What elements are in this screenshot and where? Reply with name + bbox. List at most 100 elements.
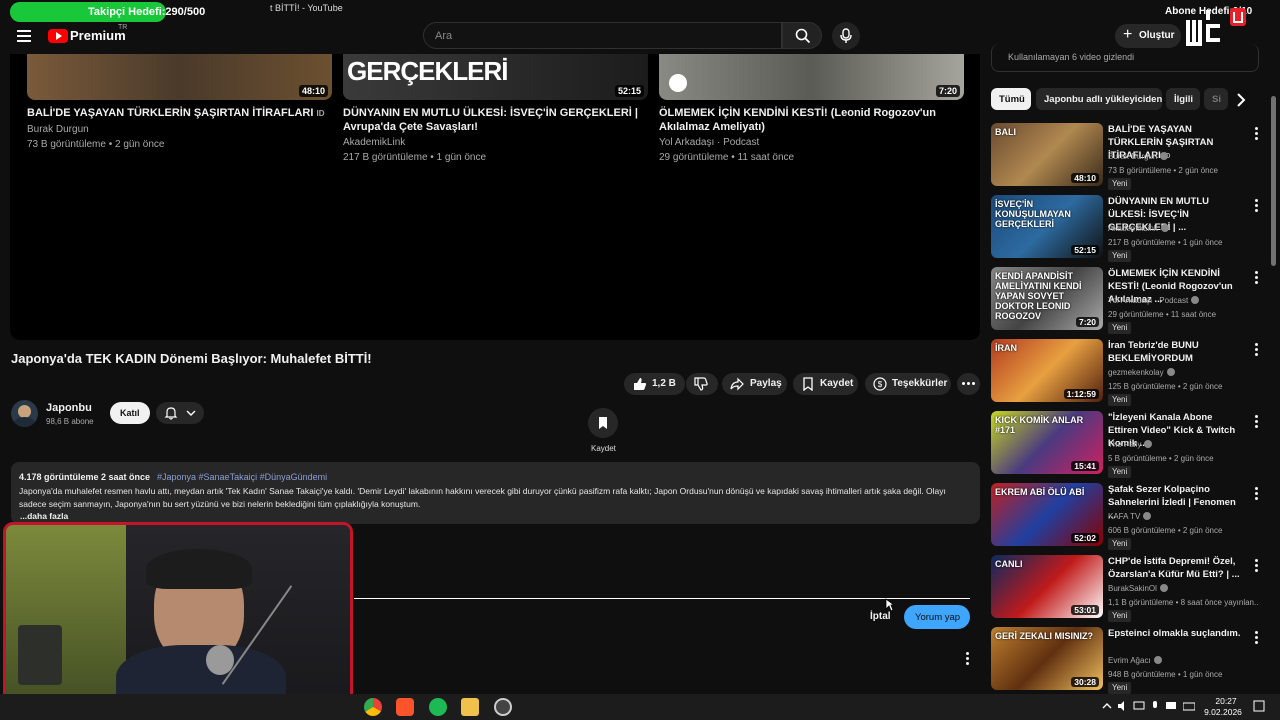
chevron-up-icon[interactable]: [1101, 700, 1113, 712]
channel-name-text[interactable]: gezmekenkolay: [1108, 368, 1164, 377]
channel-name: Yol Arkadaşı · Podcast: [1108, 296, 1200, 305]
recommended-video[interactable]: CANLI 53:01 CHP'de İstifa Depremi! Özel, Ö…: [991, 555, 1261, 622]
thanks-button[interactable]: $ Teşekkürler: [865, 373, 951, 395]
comment-options-button[interactable]: [964, 652, 970, 667]
recommended-video[interactable]: İRAN 1:12:59 İran Tebriz'de BUNU BEKLEMİYO…: [991, 339, 1261, 406]
comment-input[interactable]: [354, 598, 970, 599]
save-floating-button[interactable]: [588, 408, 618, 438]
microphone-tray-icon[interactable]: [1149, 700, 1161, 712]
video-title-text[interactable]: BALİ'DE YAŞAYAN TÜRKLERİN ŞAŞIRTAN İTİRA…: [27, 107, 313, 119]
description-text: Japonya'da muhalefet resmen havlu attı, …: [19, 486, 946, 509]
dislike-button[interactable]: [686, 373, 718, 395]
video-thumbnail[interactable]: GERİ ZEKALI MISINIZ? 30:28: [991, 627, 1103, 690]
cancel-button[interactable]: İptal: [870, 611, 891, 622]
thumbnail-text: KENDİ APANDİSİT AMELİYATINI KENDİ YAPAN …: [995, 271, 1082, 321]
description-box[interactable]: 4.178 görüntüleme 2 saat önce #Japonya #…: [11, 462, 980, 524]
avatar[interactable]: [11, 400, 38, 427]
video-thumbnail[interactable]: GERÇEKLERİ 52:15: [343, 54, 648, 100]
save-button[interactable]: Kaydet: [793, 373, 858, 395]
menu-icon[interactable]: [17, 30, 31, 42]
recommended-video[interactable]: KENDİ APANDİSİT AMELİYATINI KENDİ YAPAN …: [991, 267, 1261, 334]
duration-badge: 7:20: [1075, 317, 1099, 327]
video-title-text[interactable]: ÖLMEMEK İÇİN KENDİNİ KESTİ! (Leonid Rogo…: [659, 106, 964, 134]
clock-date[interactable]: 9.02.2026: [1200, 707, 1246, 717]
channel-name[interactable]: Burak Durgun: [27, 123, 332, 136]
channel-name[interactable]: Yol Arkadaşı · Podcast: [659, 136, 964, 149]
video-thumbnail[interactable]: BALI 48:10: [991, 123, 1103, 186]
share-button[interactable]: Paylaş: [722, 373, 787, 395]
new-badge: Yeni: [1108, 466, 1132, 478]
video-options-button[interactable]: [1253, 343, 1259, 358]
network-icon[interactable]: [1133, 700, 1145, 712]
obs-icon[interactable]: [494, 698, 512, 716]
channel-name-text[interactable]: The Pally: [1108, 440, 1141, 449]
recommended-video[interactable]: İSVEÇ'İN KONUŞULMAYAN GERÇEKLERİ 52:15 DÜN…: [991, 195, 1261, 262]
channel-name-text[interactable]: AkademikLink: [1108, 224, 1158, 233]
volume-icon[interactable]: [1117, 700, 1129, 712]
display-icon[interactable]: [1165, 700, 1177, 712]
follower-goal-label: Takipçi Hedefi:290/500: [88, 6, 206, 18]
verified-icon: [1166, 368, 1175, 376]
subscribe-dropdown-button[interactable]: [156, 402, 204, 424]
video-title-text[interactable]: Epsteinci olmakla suçlandım.: [1108, 628, 1241, 639]
video-options-button[interactable]: [1253, 487, 1259, 502]
chevron-right-icon[interactable]: [1235, 92, 1247, 108]
video-options-button[interactable]: [1253, 415, 1259, 430]
duration-badge: 52:15: [614, 85, 644, 97]
video-title-text[interactable]: İran Tebriz'de BUNU BEKLEMİYORDUM: [1108, 340, 1199, 364]
keyboard-icon[interactable]: [1183, 700, 1195, 712]
recommended-video[interactable]: BALI 48:10 BALİ'DE YAŞAYAN TÜRKLERİN ŞAŞIR…: [991, 123, 1261, 190]
recommended-video[interactable]: EKREM ABİ ÖLÜ ABİ 52:02 Şafak Sezer Kolpaç…: [991, 483, 1261, 550]
video-thumbnail[interactable]: 48:10: [27, 54, 332, 100]
join-button[interactable]: Katıl: [110, 402, 150, 424]
search-input[interactable]: Ara: [423, 22, 782, 49]
endscreen-card[interactable]: 7:20 ÖLMEMEK İÇİN KENDİNİ KESTİ! (Leonid…: [659, 54, 964, 164]
hashtags[interactable]: #Japonya #SanaeTakaiçi #DünyaGündemi: [157, 472, 327, 482]
video-thumbnail[interactable]: 7:20: [659, 54, 964, 100]
video-thumbnail[interactable]: KICK KOMİK ANLAR #171 15:41: [991, 411, 1103, 474]
video-thumbnail[interactable]: EKREM ABİ ÖLÜ ABİ 52:02: [991, 483, 1103, 546]
video-title-text[interactable]: DÜNYANIN EN MUTLU ÜLKESİ: İSVEÇ'İN GERÇE…: [343, 106, 648, 134]
video-thumbnail[interactable]: CANLI 53:01: [991, 555, 1103, 618]
recommended-video[interactable]: GERİ ZEKALI MISINIZ? 30:28 Epsteinci olmak…: [991, 627, 1261, 694]
chip-related[interactable]: İlgili: [1166, 88, 1200, 110]
bell-icon: [164, 407, 178, 420]
video-options-button[interactable]: [1253, 271, 1259, 286]
like-button[interactable]: 1,2 B: [624, 373, 685, 395]
channel-name[interactable]: Japonbu: [46, 402, 92, 414]
channel-name-text[interactable]: Yol Arkadaşı · Podcast: [1108, 296, 1188, 305]
video-thumbnail[interactable]: KENDİ APANDİSİT AMELİYATINI KENDİ YAPAN …: [991, 267, 1103, 330]
thanks-label: Teşekkürler: [892, 378, 948, 389]
endscreen-card[interactable]: GERÇEKLERİ 52:15 DÜNYANIN EN MUTLU ÜLKES…: [343, 54, 648, 164]
search-button[interactable]: [782, 22, 822, 49]
channel-name-text[interactable]: BurakSakinOl: [1108, 584, 1157, 593]
channel-name-text[interactable]: KAFA TV: [1108, 512, 1140, 521]
endscreen-card[interactable]: 48:10 BALİ'DE YAŞAYAN TÜRKLERİN ŞAŞIRTAN…: [27, 54, 332, 151]
file-explorer-icon[interactable]: [461, 698, 479, 716]
video-options-button[interactable]: [1253, 631, 1259, 646]
spotify-icon[interactable]: [429, 698, 447, 716]
video-thumbnail[interactable]: İSVEÇ'İN KONUŞULMAYAN GERÇEKLERİ 52:15: [991, 195, 1103, 258]
channel-name-text[interactable]: Evrim Ağacı: [1108, 656, 1151, 665]
brave-icon[interactable]: [396, 698, 414, 716]
youtube-logo-icon[interactable]: [48, 29, 68, 43]
video-options-button[interactable]: [1253, 127, 1259, 142]
recommended-video[interactable]: KICK KOMİK ANLAR #171 15:41 "İzleyeni Kana…: [991, 411, 1261, 478]
more-actions-button[interactable]: [957, 373, 980, 395]
video-thumbnail[interactable]: İRAN 1:12:59: [991, 339, 1103, 402]
clock-time[interactable]: 20:27: [1206, 696, 1246, 706]
video-title-text[interactable]: CHP'de İstifa Depremi! Özel, Özarslan'a …: [1108, 556, 1240, 580]
voice-search-button[interactable]: [832, 22, 860, 50]
video-options-button[interactable]: [1253, 199, 1259, 214]
show-more-link[interactable]: ...daha fazla: [20, 511, 68, 521]
notifications-icon[interactable]: [1253, 700, 1265, 712]
channel-name[interactable]: AkademikLink: [343, 136, 648, 149]
sidebar-scrollbar[interactable]: [1271, 96, 1276, 266]
video-options-button[interactable]: [1253, 559, 1259, 574]
chrome-icon[interactable]: [364, 698, 382, 716]
chip-more[interactable]: Si: [1204, 88, 1228, 110]
chip-all[interactable]: Tümü: [991, 88, 1031, 110]
comment-submit-button[interactable]: Yorum yap: [904, 605, 970, 629]
chip-from-uploader[interactable]: Japonbu adlı yükleyiciden: [1036, 88, 1162, 110]
channel-name-text[interactable]: Burak Durgun: [1108, 152, 1157, 161]
